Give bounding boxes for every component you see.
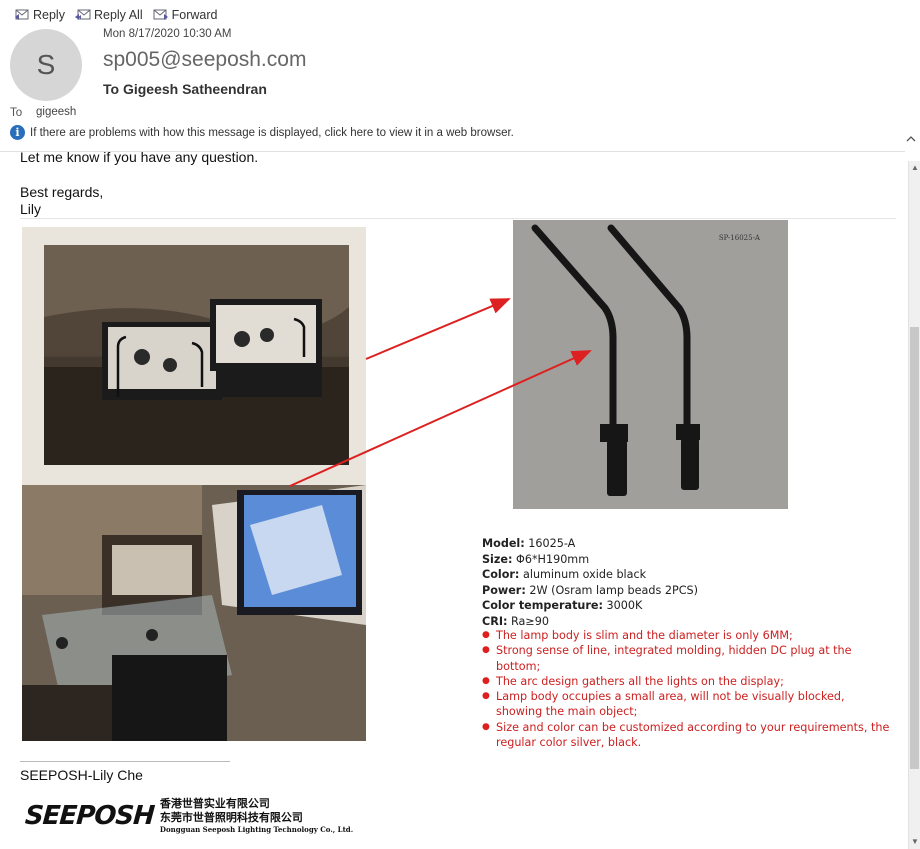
reply-icon [15,9,29,20]
info-icon: i [10,125,25,140]
forward-icon [153,9,168,20]
spec-color-temperature: Color temperature: 3000K [482,599,643,612]
forward-button[interactable]: Forward [153,6,218,24]
scroll-thumb[interactable] [910,327,919,769]
recipient-line: To Gigeesh Satheendran [103,81,267,97]
scroll-up-icon[interactable]: ▲ [909,161,920,175]
feature-item: Lamp body occupies a small area, will no… [482,689,894,720]
feature-item: Strong sense of line, integrated molding… [482,643,894,674]
forward-label: Forward [171,8,218,22]
product-specs: Model: 16025-A Size: Φ6*H190mm Color: al… [482,536,698,629]
recipient-name[interactable]: gigeesh [36,106,76,118]
sender-avatar: S [10,29,82,101]
reply-all-label: Reply All [93,8,143,22]
logo-en-line: Dongguan Seeposh Lighting Technology Co.… [159,825,354,834]
sender-address[interactable]: sp005@seeposh.com [103,48,306,72]
message-body: Let me know if you have any question. Be… [0,152,906,849]
feature-item: The lamp body is slim and the diameter i… [482,628,894,644]
scrollbar[interactable]: ▲ ▼ [908,161,920,849]
spec-model: Model: 16025-A [482,537,576,550]
reply-label: Reply [33,8,65,22]
reply-button[interactable]: Reply [14,6,65,24]
info-bar[interactable]: i If there are problems with how this me… [10,125,514,140]
to-label: To [10,107,23,119]
arrow-1 [365,298,511,360]
spec-power: Power: 2W (Osram lamp beads 2PCS) [482,583,699,597]
spec-cri: CRI: Ra≥90 [482,614,550,628]
arrow-2 [289,350,592,487]
feature-item: Size and color can be customized accordi… [482,720,894,751]
reply-all-icon [74,9,91,20]
spec-color: Color: aluminum oxide black [482,568,647,581]
logo-cn-line-1: 香港世普实业有限公司 [159,797,270,810]
message-toolbar: Reply Reply All Forward [14,6,217,24]
scroll-down-icon[interactable]: ▼ [909,835,920,849]
info-text: If there are problems with how this mess… [30,126,514,139]
company-logo: SEEPOSH 香港世普实业有限公司 东莞市世普照明科技有限公司 Donggua… [23,797,354,834]
collapse-header-icon[interactable] [906,132,916,146]
spec-size: Size: Φ6*H190mm [482,552,590,566]
reply-all-button[interactable]: Reply All [74,6,143,24]
feature-list: The lamp body is slim and the diameter i… [482,628,894,750]
feature-item: The arc design gathers all the lights on… [482,674,894,690]
message-date: Mon 8/17/2020 10:30 AM [103,28,232,40]
signature-name: SEEPOSH-Lily Che [20,767,143,783]
signature-divider [20,761,230,762]
logo-wordmark: SEEPOSH [23,800,155,831]
logo-cn-line-2: 东莞市世普照明科技有限公司 [159,811,303,824]
